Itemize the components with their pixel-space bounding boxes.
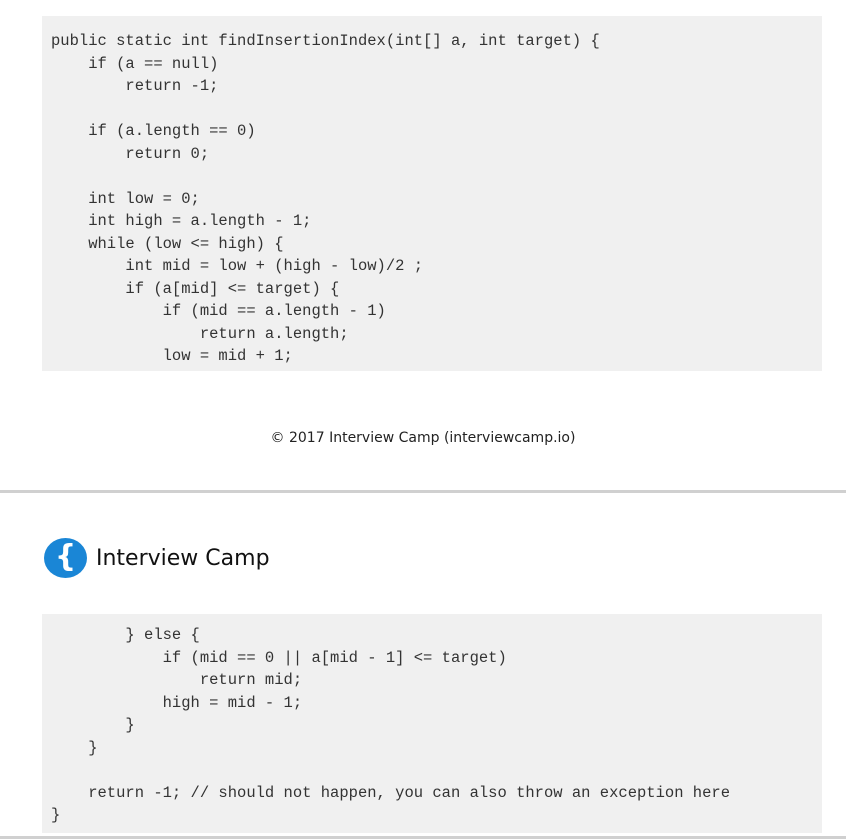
page-divider xyxy=(0,490,846,493)
code-line: while (low <= high) { xyxy=(51,234,284,253)
code-line: return a.length; xyxy=(51,324,349,343)
code-line: if (a.length == 0) xyxy=(51,122,256,140)
code-line: } else { xyxy=(51,626,200,644)
code-line: int high = a.length - 1; xyxy=(51,212,312,230)
code-line: } xyxy=(51,738,98,757)
code-line: high = mid - 1; xyxy=(51,693,303,712)
code-line: if (mid == 0 || a[mid - 1] <= target) xyxy=(51,648,507,667)
curly-brace-logo-icon: { xyxy=(44,538,87,578)
code-line: if (a == null) xyxy=(51,54,219,73)
code-line: return mid; xyxy=(51,671,303,689)
code-line: low = mid + 1; xyxy=(51,347,293,365)
brand-name: Interview Camp xyxy=(96,545,270,571)
code-line: public static int findInsertionIndex(int… xyxy=(51,32,600,50)
copyright-footer: © 2017 Interview Camp (interviewcamp.io) xyxy=(270,430,576,446)
code-line: if (mid == a.length - 1) xyxy=(51,302,386,320)
code-line: int low = 0; xyxy=(51,189,200,208)
code-line: return -1; xyxy=(51,77,219,95)
code-line: } xyxy=(51,806,61,824)
code-block-page-1: public static int findInsertionIndex(int… xyxy=(42,16,822,371)
code-line: } xyxy=(51,716,135,734)
code-block-page-2: } else { if (mid == 0 || a[mid - 1] <= t… xyxy=(42,614,822,833)
code-line: return -1; // should not happen, you can… xyxy=(51,783,731,802)
code-line: int mid = low + (high - low)/2 ; xyxy=(51,257,424,275)
code-line: if (a[mid] <= target) { xyxy=(51,279,340,298)
brand-header: { Interview Camp xyxy=(44,538,270,578)
code-line: return 0; xyxy=(51,144,210,163)
